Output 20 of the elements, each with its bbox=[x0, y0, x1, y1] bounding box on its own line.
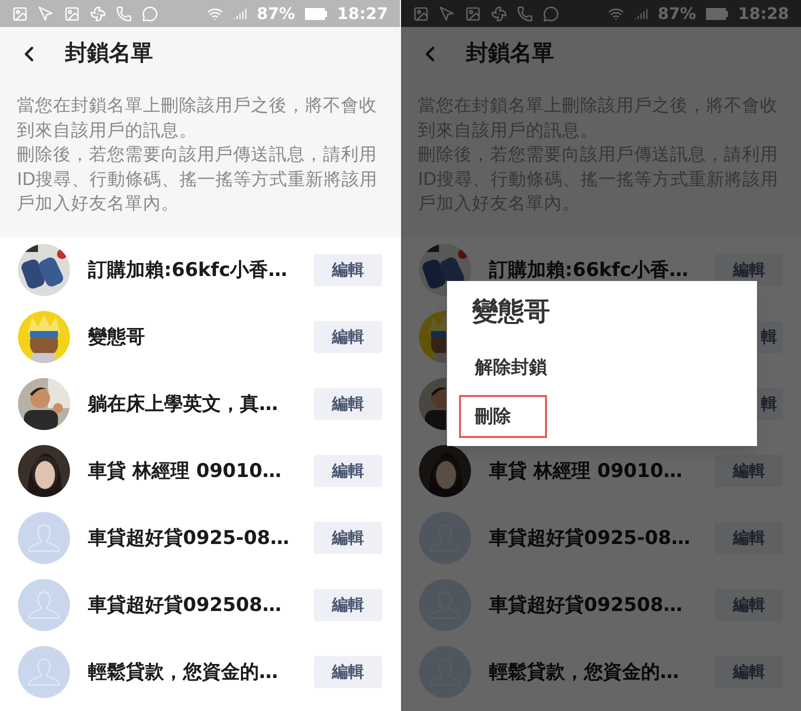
contact-name: 車貸超好貸0925-08… bbox=[489, 526, 692, 551]
contact-name: 車貸超好貸092508… bbox=[88, 592, 282, 618]
contact-name: 輕鬆貸款，您資金的… bbox=[489, 660, 680, 685]
clock-time: 18:27 bbox=[337, 2, 388, 24]
contact-name: 車貸超好貸092508… bbox=[489, 592, 684, 618]
contact-name: 車貸 林經理 09010… bbox=[489, 458, 684, 484]
notice-paragraph: 當您在封鎖名單上刪除該用戶之後，將不會收到來自該用戶的訊息。 bbox=[17, 95, 378, 142]
notice-paragraph: 刪除後，若您需要向該用戶傳送訊息，請利用ID搜尋、行動條碼、搖一搖等方式重新將該用戶加入好友名單內。 bbox=[17, 144, 379, 216]
contact-name: 變態哥 bbox=[88, 324, 146, 350]
battery-percent: 87% bbox=[658, 2, 696, 24]
battery-percent: 87% bbox=[256, 2, 296, 24]
contact-name: 車貸超好貸0925-08… bbox=[88, 526, 290, 551]
clock-time: 18:28 bbox=[738, 2, 789, 24]
contact-name: 訂購加賴:66kfc小香… bbox=[88, 258, 288, 283]
contact-name: 躺在床上學英文，真… bbox=[88, 392, 279, 417]
page-title: 封鎖名單 bbox=[466, 40, 554, 68]
page-title: 封鎖名單 bbox=[65, 40, 153, 68]
contact-name: 車貸 林經理 09010… bbox=[88, 458, 282, 484]
contact-name: 輕鬆貸款，您資金的… bbox=[88, 660, 279, 685]
contact-name: 訂購加賴:66kfc小香… bbox=[489, 258, 690, 283]
